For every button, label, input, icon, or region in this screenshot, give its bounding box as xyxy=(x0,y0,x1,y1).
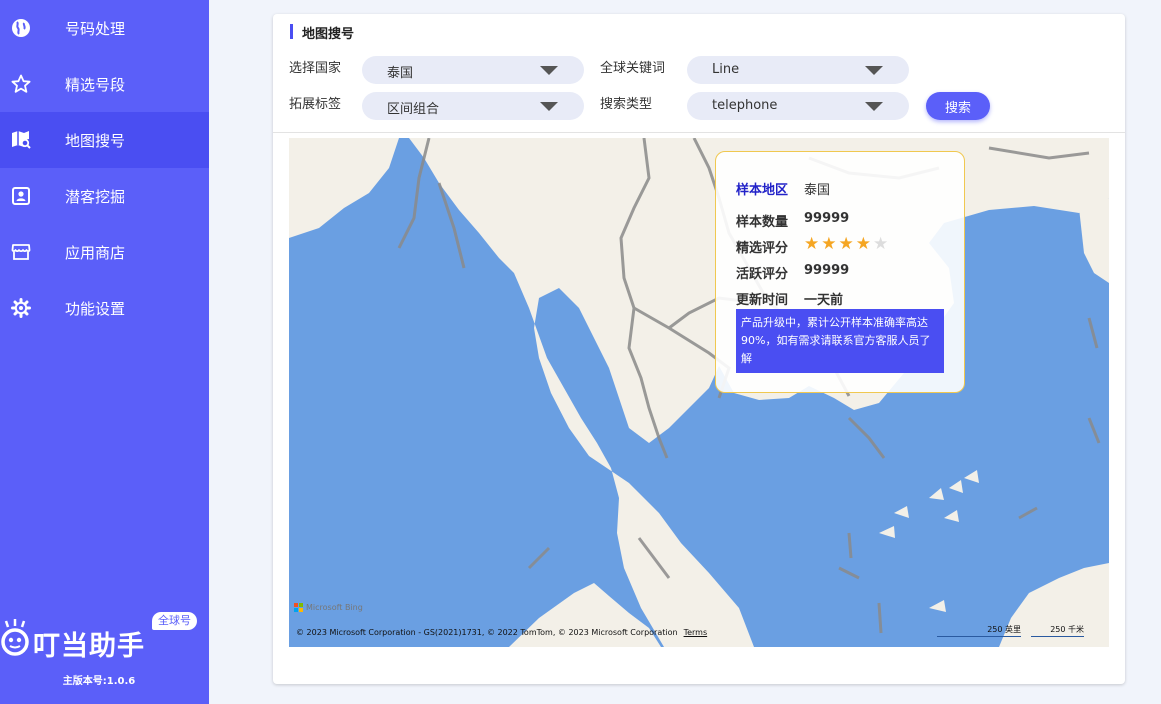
sidebar-item-app-store[interactable]: 应用商店 xyxy=(0,224,209,280)
keyword-label: 全球关键词 xyxy=(600,61,666,76)
sidebar-item-label: 地图搜号 xyxy=(65,131,126,150)
chevron-down-icon xyxy=(540,102,558,111)
sidebar-item-prospect-mining[interactable]: 潜客挖掘 xyxy=(0,168,209,224)
activity-label: 活跃评分 xyxy=(736,267,789,282)
keyword-select[interactable]: Line xyxy=(687,56,909,84)
sidebar-item-number-processing[interactable]: 号码处理 xyxy=(0,0,209,56)
map-copyright: © 2023 Microsoft Corporation - GS(2021)1… xyxy=(296,628,707,637)
activity-value: 99999 xyxy=(804,263,850,278)
region-row: 样本地区 泰国 xyxy=(736,179,830,198)
chevron-down-icon xyxy=(865,66,883,75)
tag-select[interactable]: 区间组合 xyxy=(362,92,584,120)
sidebar-item-settings[interactable]: 功能设置 xyxy=(0,280,209,336)
sidebar-item-label: 功能设置 xyxy=(65,299,126,318)
terms-link[interactable]: Terms xyxy=(684,628,708,637)
tag-select-value: 区间组合 xyxy=(387,102,440,117)
upgrade-notice: 产品升级中，累计公开样本准确率高达90%，如有需求请联系官方客服人员了解 xyxy=(736,309,944,373)
divider xyxy=(273,132,1125,133)
map-view[interactable]: Microsoft Bing © 2023 Microsoft Corporat… xyxy=(289,138,1109,647)
version-label: 主版本号:1.0.6 xyxy=(62,676,136,687)
contact-card-icon xyxy=(10,185,32,207)
chevron-down-icon xyxy=(540,66,558,75)
country-select-value: 泰国 xyxy=(387,66,414,81)
brand-badge: 全球号 xyxy=(152,612,197,630)
map-search-panel: 地图搜号 选择国家 泰国 全球关键词 Line 拓展标签 区间组合 搜索类型 t… xyxy=(273,14,1125,684)
brand-name: 叮当助手 xyxy=(33,631,145,662)
update-label: 更新时间 xyxy=(736,293,789,308)
scale-bar-km: 250 千米 xyxy=(1031,624,1084,637)
count-label: 样本数量 xyxy=(736,215,789,230)
update-value: 一天前 xyxy=(804,293,844,308)
region-value: 泰国 xyxy=(804,183,831,198)
star-empty-icon: ★ xyxy=(873,234,889,254)
star-filled-icon: ★ xyxy=(855,234,871,254)
search-button[interactable]: 搜索 xyxy=(926,92,990,120)
region-info-popup: 样本地区 泰国 样本数量 99999 精选评分 ★ ★ ★ ★ ★ 活跃评分 99999… xyxy=(715,151,965,393)
sidebar-item-label: 号码处理 xyxy=(65,19,126,38)
gear-icon xyxy=(10,297,32,319)
rating-stars: ★ ★ ★ ★ ★ xyxy=(804,234,889,256)
robot-logo-icon xyxy=(0,618,30,656)
sidebar-item-label: 应用商店 xyxy=(65,243,126,262)
count-row: 样本数量 99999 xyxy=(736,211,849,230)
map-search-icon xyxy=(10,129,32,151)
map-graphic xyxy=(289,138,1109,647)
count-value: 99999 xyxy=(804,211,850,226)
region-label: 样本地区 xyxy=(736,183,789,198)
scale-bar-miles: 250 英里 xyxy=(937,624,1021,637)
sidebar-item-label: 精选号段 xyxy=(65,75,126,94)
panel-title: 地图搜号 xyxy=(290,23,354,42)
search-type-select-value: telephone xyxy=(712,98,778,113)
chevron-down-icon xyxy=(865,102,883,111)
sidebar-item-selected-segments[interactable]: 精选号段 xyxy=(0,56,209,112)
activity-row: 活跃评分 99999 xyxy=(736,263,849,282)
brand-logo: 叮当助手 全球号 xyxy=(0,612,209,662)
search-type-select[interactable]: telephone xyxy=(687,92,909,120)
country-select[interactable]: 泰国 xyxy=(362,56,584,84)
sidebar-item-label: 潜客挖掘 xyxy=(65,187,126,206)
rating-label: 精选评分 xyxy=(736,241,789,256)
bing-logo: Microsoft Bing xyxy=(294,603,363,612)
microsoft-logo-icon xyxy=(294,603,303,612)
star-filled-icon: ★ xyxy=(838,234,854,254)
update-row: 更新时间 一天前 xyxy=(736,289,843,308)
sidebar-item-map-search[interactable]: 地图搜号 xyxy=(0,112,209,168)
globe-icon xyxy=(10,17,32,39)
search-type-label: 搜索类型 xyxy=(600,97,653,112)
keyword-select-value: Line xyxy=(712,62,740,77)
sidebar: 号码处理 精选号段 地图搜号 潜客挖掘 应用商店 功能设置 叮当助手 全球号 主… xyxy=(0,0,209,704)
bing-logo-text: Microsoft Bing xyxy=(306,603,363,612)
star-filled-icon: ★ xyxy=(821,234,837,254)
map-copyright-text: © 2023 Microsoft Corporation - GS(2021)1… xyxy=(296,628,678,637)
store-icon xyxy=(10,241,32,263)
star-filled-icon: ★ xyxy=(804,234,820,254)
country-label: 选择国家 xyxy=(289,61,342,76)
tag-label: 拓展标签 xyxy=(289,97,342,112)
rating-row: 精选评分 ★ ★ ★ ★ ★ xyxy=(736,234,889,257)
star-icon xyxy=(10,73,32,95)
